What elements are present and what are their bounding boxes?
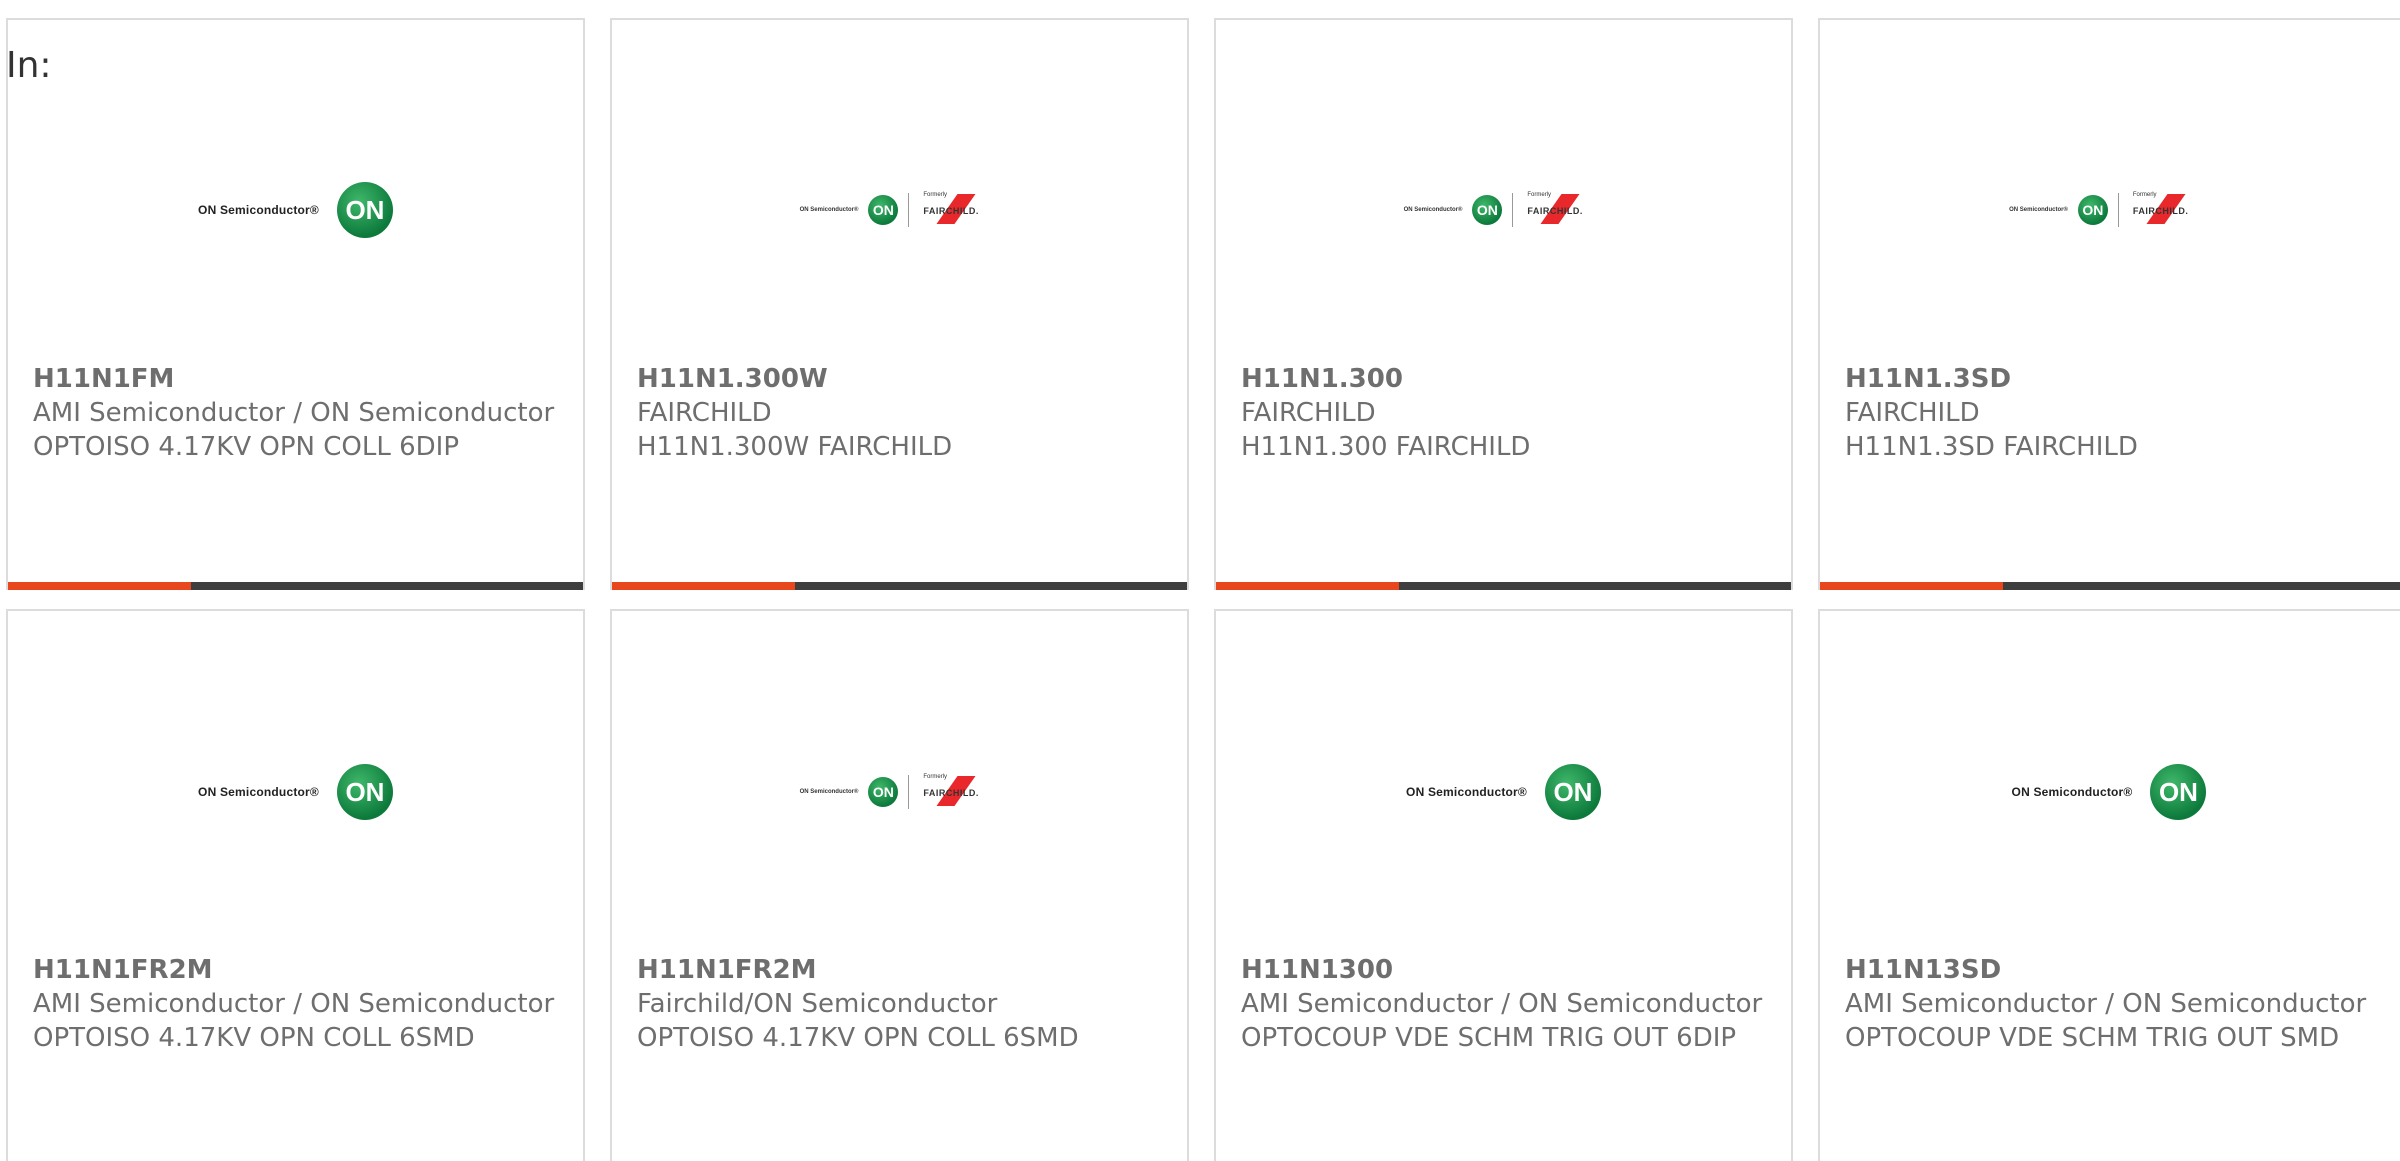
fairchild-logo-icon: Formerly FAIRCHILD.: [1523, 190, 1603, 230]
on-semiconductor-wordmark: ON Semiconductor®: [198, 785, 319, 799]
product-info: H11N1.3SD FAIRCHILD H11N1.3SD FAIRCHILD: [1845, 362, 2380, 464]
product-description: OPTOCOUP VDE SCHM TRIG OUT SMD: [1845, 1023, 2340, 1053]
product-card[interactable]: ON Semiconductor® ON H11N1300 AMI Semico…: [1214, 609, 1793, 1161]
part-number[interactable]: H11N1.300W: [637, 362, 1167, 396]
manufacturer-name: FAIRCHILD: [1845, 398, 1980, 428]
part-number[interactable]: H11N1300: [1241, 953, 1771, 987]
fairchild-logo-icon: Formerly FAIRCHILD.: [919, 190, 999, 230]
product-info: H11N1.300 FAIRCHILD H11N1.300 FAIRCHILD: [1241, 362, 1771, 464]
filter-label: In:: [6, 45, 52, 86]
product-card[interactable]: ON Semiconductor® ON Formerly FAIRCHILD.…: [1818, 18, 2400, 590]
on-logo-icon: ON: [868, 195, 899, 225]
logo-divider: [908, 193, 910, 227]
logo-divider: [2117, 193, 2119, 227]
manufacturer-name: FAIRCHILD: [1241, 398, 1376, 428]
formerly-text: Formerly: [923, 774, 948, 780]
manufacturer-logo: ON Semiconductor® ON Formerly FAIRCHILD.: [612, 150, 1187, 270]
product-description: OPTOISO 4.17KV OPN COLL 6SMD: [637, 1023, 1079, 1053]
product-card[interactable]: ON Semiconductor® ON H11N1FM AMI Semicon…: [6, 18, 585, 590]
manufacturer-name: AMI Semiconductor / ON Semiconductor: [1241, 989, 1763, 1019]
product-description: H11N1.3SD FAIRCHILD: [1845, 432, 2138, 462]
fairchild-wordmark: FAIRCHILD.: [923, 788, 979, 798]
on-semiconductor-wordmark: ON Semiconductor®: [2011, 785, 2133, 799]
product-card[interactable]: ON Semiconductor® ON H11N1FR2M AMI Semic…: [6, 609, 585, 1161]
manufacturer-logo: ON Semiconductor® ON: [1216, 732, 1791, 852]
on-logo-icon: ON: [2077, 195, 2108, 225]
fairchild-wordmark: FAIRCHILD.: [2132, 206, 2189, 216]
on-semiconductor-wordmark: ON Semiconductor®: [799, 789, 859, 795]
on-semiconductor-wordmark: ON Semiconductor®: [1406, 785, 1527, 799]
manufacturer-name: FAIRCHILD: [637, 398, 772, 428]
product-grid-page: In: ON Semiconductor® ON H11N1FM AMI Sem…: [0, 0, 2400, 1161]
manufacturer-logo: ON Semiconductor® ON Formerly FAIRCHILD.: [1216, 150, 1791, 270]
manufacturer-logo: ON Semiconductor® ON: [1820, 732, 2398, 852]
on-logo-icon: ON: [868, 777, 899, 807]
on-semiconductor-wordmark: ON Semiconductor®: [2009, 207, 2068, 213]
part-number[interactable]: H11N1.300: [1241, 362, 1771, 396]
on-logo-icon: ON: [2150, 764, 2207, 820]
product-info: H11N1.300W FAIRCHILD H11N1.300W FAIRCHIL…: [637, 362, 1167, 464]
part-number[interactable]: H11N13SD: [1845, 953, 2380, 987]
manufacturer-name: AMI Semiconductor / ON Semiconductor: [33, 989, 555, 1019]
card-accent-bar: [612, 582, 1187, 590]
manufacturer-name: Fairchild/ON Semiconductor: [637, 989, 998, 1019]
formerly-text: Formerly: [1527, 192, 1552, 198]
fairchild-wordmark: FAIRCHILD.: [923, 206, 979, 216]
card-accent-highlight: [1216, 582, 1399, 590]
product-info: H11N1FR2M Fairchild/ON Semiconductor OPT…: [637, 953, 1167, 1055]
product-card[interactable]: ON Semiconductor® ON Formerly FAIRCHILD.…: [610, 609, 1189, 1161]
fairchild-logo-icon: Formerly FAIRCHILD.: [2129, 190, 2209, 230]
product-description: H11N1.300 FAIRCHILD: [1241, 432, 1531, 462]
product-description: OPTOISO 4.17KV OPN COLL 6SMD: [33, 1023, 475, 1053]
product-info: H11N1FM AMI Semiconductor / ON Semicondu…: [33, 362, 563, 464]
on-logo-icon: ON: [1472, 195, 1503, 225]
card-accent-bar: [8, 582, 583, 590]
product-info: H11N13SD AMI Semiconductor / ON Semicond…: [1845, 953, 2380, 1055]
on-logo-icon: ON: [1544, 764, 1601, 820]
product-info: H11N1FR2M AMI Semiconductor / ON Semicon…: [33, 953, 563, 1055]
part-number[interactable]: H11N1.3SD: [1845, 362, 2380, 396]
part-number[interactable]: H11N1FR2M: [637, 953, 1167, 987]
formerly-text: Formerly: [2132, 192, 2157, 198]
manufacturer-logo: ON Semiconductor® ON: [8, 732, 583, 852]
product-info: H11N1300 AMI Semiconductor / ON Semicond…: [1241, 953, 1771, 1055]
fairchild-logo-icon: Formerly FAIRCHILD.: [919, 772, 999, 812]
card-accent-highlight: [612, 582, 795, 590]
on-logo-icon: ON: [336, 182, 393, 238]
on-semiconductor-wordmark: ON Semiconductor®: [799, 207, 859, 213]
formerly-text: Formerly: [923, 192, 948, 198]
card-accent-highlight: [8, 582, 191, 590]
card-accent-bar: [1216, 582, 1791, 590]
manufacturer-logo: ON Semiconductor® ON Formerly FAIRCHILD.: [612, 732, 1187, 852]
product-card[interactable]: ON Semiconductor® ON H11N13SD AMI Semico…: [1818, 609, 2400, 1161]
product-description: OPTOISO 4.17KV OPN COLL 6DIP: [33, 432, 460, 462]
fairchild-wordmark: FAIRCHILD.: [1527, 206, 1583, 216]
part-number[interactable]: H11N1FM: [33, 362, 563, 396]
manufacturer-name: AMI Semiconductor / ON Semiconductor: [33, 398, 555, 428]
logo-divider: [1512, 193, 1514, 227]
on-semiconductor-wordmark: ON Semiconductor®: [1403, 207, 1463, 213]
logo-divider: [908, 775, 910, 809]
on-logo-icon: ON: [336, 764, 393, 820]
card-accent-bar: [1820, 582, 2400, 590]
card-accent-highlight: [1820, 582, 2003, 590]
part-number[interactable]: H11N1FR2M: [33, 953, 563, 987]
manufacturer-name: AMI Semiconductor / ON Semiconductor: [1845, 989, 2367, 1019]
product-description: OPTOCOUP VDE SCHM TRIG OUT 6DIP: [1241, 1023, 1737, 1053]
manufacturer-logo: ON Semiconductor® ON: [8, 150, 583, 270]
manufacturer-logo: ON Semiconductor® ON Formerly FAIRCHILD.: [1820, 150, 2398, 270]
on-semiconductor-wordmark: ON Semiconductor®: [198, 203, 319, 217]
product-description: H11N1.300W FAIRCHILD: [637, 432, 953, 462]
product-card[interactable]: ON Semiconductor® ON Formerly FAIRCHILD.…: [610, 18, 1189, 590]
product-card[interactable]: ON Semiconductor® ON Formerly FAIRCHILD.…: [1214, 18, 1793, 590]
